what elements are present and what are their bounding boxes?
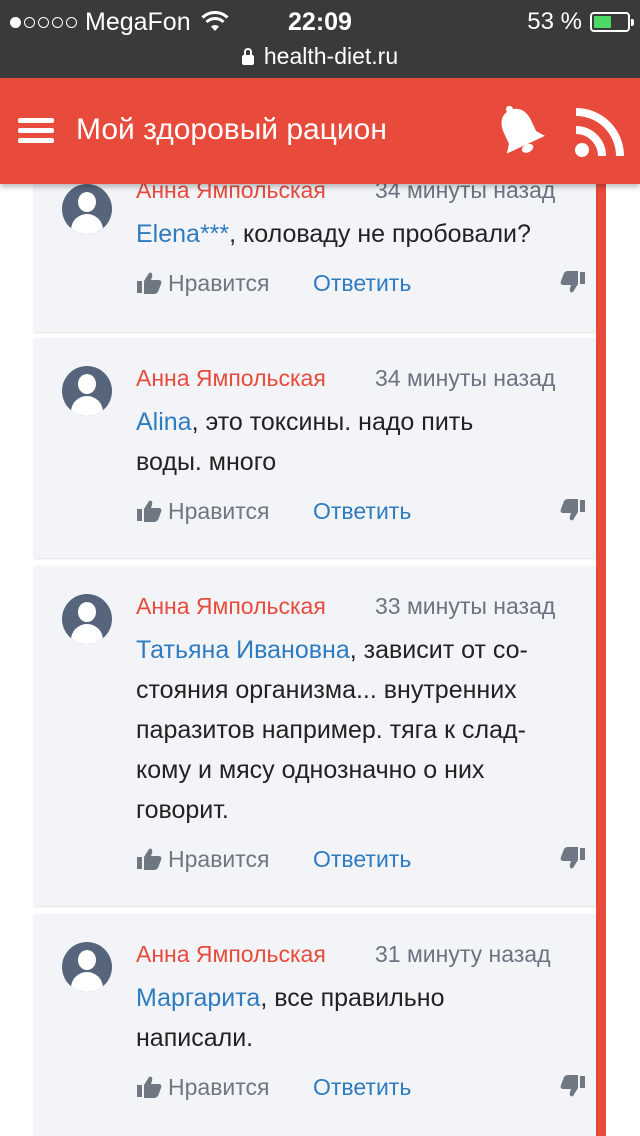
reply-button[interactable]: Ответить [313, 1072, 411, 1102]
like-button[interactable]: Нравится [136, 1072, 270, 1102]
avatar-icon [62, 366, 112, 416]
app-header: Мой здоровый рацион [0, 78, 640, 184]
like-button[interactable]: Нравится [136, 844, 270, 874]
comment-time: 34 минуты назад [375, 184, 556, 203]
thumbs-up-icon [137, 848, 162, 870]
mention-link[interactable]: Elena*** [136, 220, 229, 248]
address-bar[interactable]: health-diet.ru [0, 38, 640, 74]
site-title[interactable]: Мой здоровый рацион [76, 110, 387, 150]
url-text: health-diet.ru [263, 43, 399, 69]
comment-text: Маргарита, все правильно написали. [136, 984, 445, 1052]
comment-card: Анна Ямпольская 34 минуты назад Alina, э… [34, 338, 596, 558]
thumbs-up-icon [137, 1076, 162, 1098]
reply-button[interactable]: Ответить [313, 496, 411, 526]
thumbs-down-icon[interactable] [560, 270, 586, 294]
battery-percent: 53 % [527, 8, 582, 35]
comment-actions: Нравится Ответить [136, 1072, 586, 1102]
comment-card: Анна Ямпольская 31 минуту назад Маргарит… [34, 914, 596, 1136]
thread-indicator [596, 184, 606, 1136]
lock-icon [241, 48, 254, 65]
status-bar: MegaFon 22:09 53 % health-diet.ru [0, 0, 640, 78]
comment-author[interactable]: Анна Ямпольская [136, 184, 326, 204]
battery-icon [590, 12, 634, 32]
comment-time: 33 минуты назад [375, 593, 556, 619]
comment-text: Татьяна Ивановна, зависит от со- стояния… [136, 636, 528, 824]
comment-card: Анна Ямпольская 33 минуты назад Татьяна … [34, 566, 596, 906]
comment-actions: Нравится Ответить [136, 496, 586, 526]
comment-author[interactable]: Анна Ямпольская [136, 592, 326, 620]
thumbs-up-icon [137, 272, 162, 294]
comment-time: 34 минуты назад [375, 365, 556, 391]
comments-list[interactable]: Анна Ямпольская 34 минуты назад Elena***… [0, 184, 640, 1136]
comment-card: Анна Ямпольская 34 минуты назад Elena***… [34, 184, 596, 332]
reply-button[interactable]: Ответить [313, 844, 411, 874]
thumbs-down-icon[interactable] [560, 846, 586, 870]
comment-actions: Нравится Ответить [136, 268, 586, 298]
thumbs-down-icon[interactable] [560, 498, 586, 522]
comment-text: Alina, это токсины. надо пить воды. мног… [136, 408, 474, 476]
avatar-icon [62, 184, 112, 234]
avatar-icon [62, 594, 112, 644]
reply-button[interactable]: Ответить [313, 268, 411, 298]
avatar-icon [62, 942, 112, 992]
menu-icon[interactable] [18, 118, 54, 144]
bell-icon[interactable] [492, 102, 548, 160]
like-button[interactable]: Нравится [136, 268, 270, 298]
comment-author[interactable]: Анна Ямпольская [136, 364, 326, 392]
comment-text: Elena***, коловаду не пробовали? [136, 220, 531, 248]
rss-icon[interactable] [572, 106, 626, 160]
mention-link[interactable]: Alina [136, 408, 192, 436]
like-button[interactable]: Нравится [136, 496, 270, 526]
comment-time: 31 минуту назад [375, 941, 551, 967]
comment-author[interactable]: Анна Ямпольская [136, 940, 326, 968]
comment-actions: Нравится Ответить [136, 844, 586, 874]
mention-link[interactable]: Татьяна Ивановна [136, 636, 350, 664]
thumbs-down-icon[interactable] [560, 1074, 586, 1098]
thumbs-up-icon [137, 500, 162, 522]
mention-link[interactable]: Маргарита [136, 984, 260, 1012]
